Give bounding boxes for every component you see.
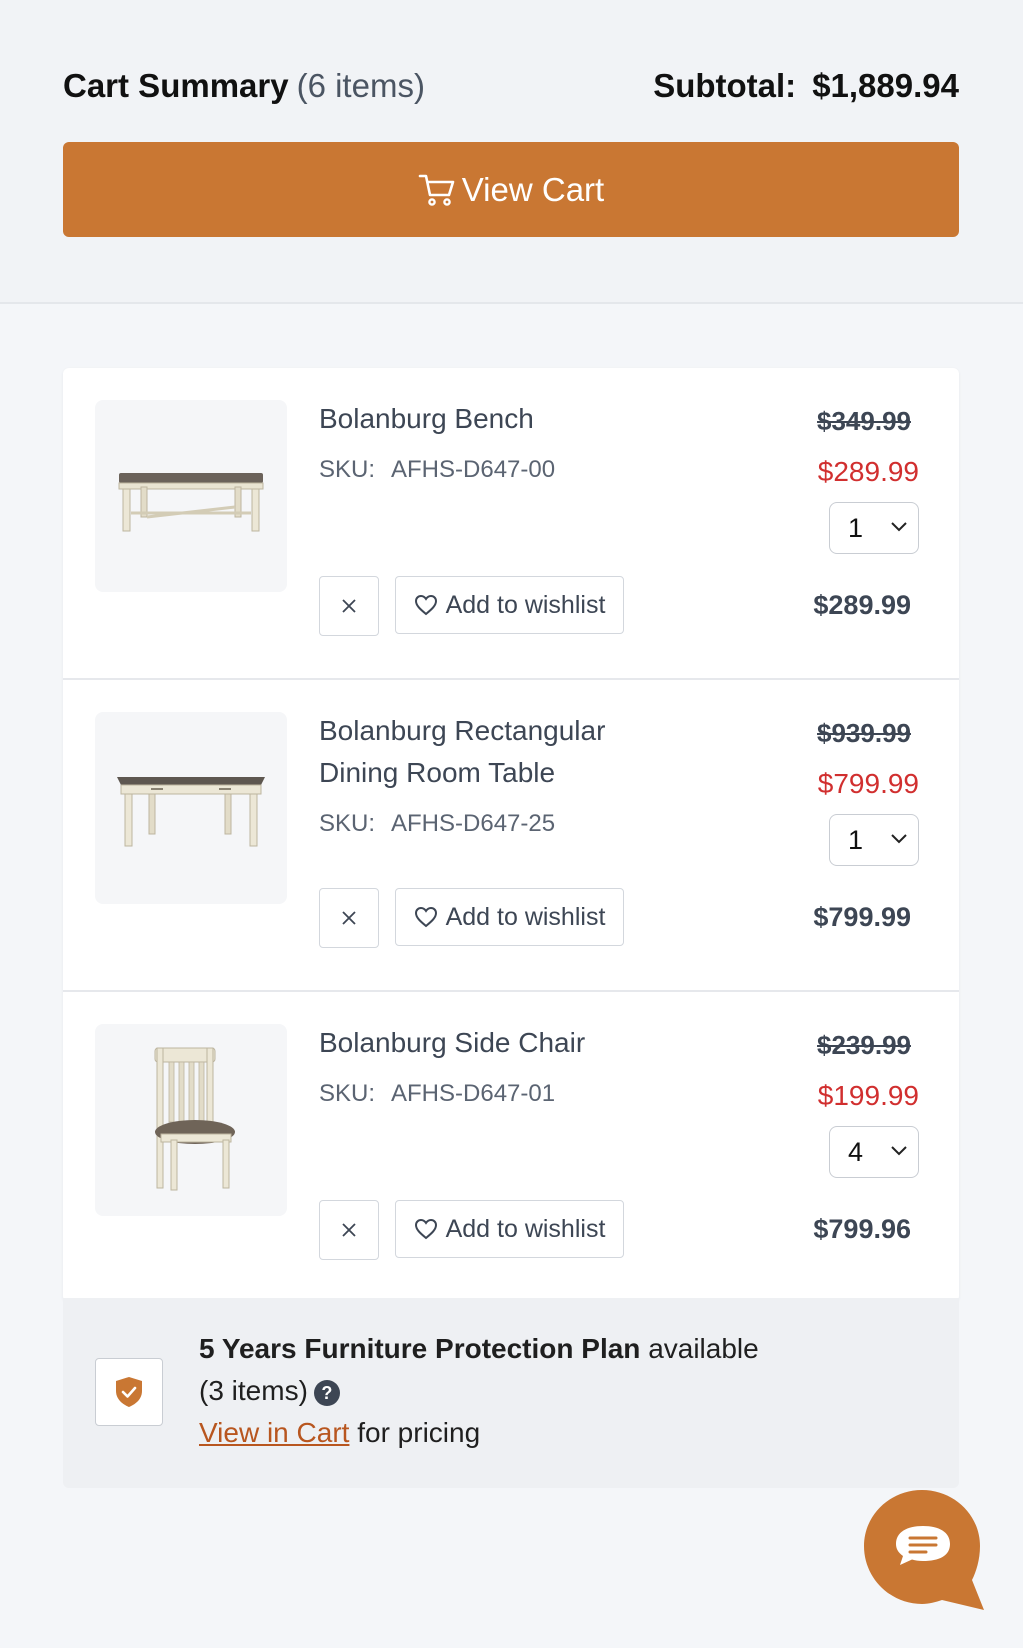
wishlist-label: Add to wishlist bbox=[445, 590, 606, 619]
product-sku: SKU: AFHS-D647-25 bbox=[319, 810, 555, 838]
line-total: $289.99 bbox=[813, 590, 911, 620]
heart-icon bbox=[414, 594, 437, 616]
original-price: $239.99 bbox=[817, 1030, 911, 1060]
product-image-table[interactable] bbox=[95, 712, 287, 904]
view-in-cart-link[interactable]: View in Cart bbox=[199, 1417, 349, 1448]
shield-check-icon bbox=[116, 1377, 142, 1407]
cart-summary-header: Cart Summary (6 items) Subtotal: $1,889.94… bbox=[0, 0, 1023, 304]
view-cart-label: View Cart bbox=[461, 170, 605, 208]
cart-item-bench: Bolanburg Bench SKU: AFHS-D647-00 Add to … bbox=[63, 368, 959, 680]
remove-item-button[interactable] bbox=[319, 576, 379, 636]
product-name[interactable]: Bolanburg Side Chair bbox=[319, 1022, 639, 1064]
close-icon bbox=[342, 911, 356, 925]
add-to-wishlist-button[interactable]: Add to wishlist bbox=[395, 888, 624, 946]
cart-items-list: Bolanburg Bench SKU: AFHS-D647-00 Add to … bbox=[63, 368, 959, 1302]
subtotal-label: Subtotal: bbox=[653, 67, 797, 104]
bench-image bbox=[118, 473, 264, 532]
cart-item-table: Bolanburg Rectangular Dining Room Table … bbox=[63, 680, 959, 992]
remove-item-button[interactable] bbox=[319, 1200, 379, 1260]
close-icon bbox=[342, 1223, 356, 1237]
protection-suffix: for pricing bbox=[357, 1417, 481, 1448]
product-image-chair[interactable] bbox=[95, 1024, 287, 1216]
chevron-down-icon bbox=[891, 834, 907, 844]
summary-row: Cart Summary (6 items) Subtotal: $1,889.94 bbox=[63, 66, 959, 106]
wishlist-label: Add to wishlist bbox=[445, 902, 606, 931]
sale-price: $289.99 bbox=[817, 456, 919, 487]
remove-item-button[interactable] bbox=[319, 888, 379, 948]
line-total: $799.96 bbox=[813, 1214, 911, 1244]
chevron-down-icon bbox=[891, 1146, 907, 1156]
sku-label: SKU: bbox=[319, 456, 376, 483]
quantity-select[interactable]: 1 bbox=[829, 814, 919, 866]
original-price: $939.99 bbox=[817, 718, 911, 748]
protection-plan-text: 5 Years Furniture Protection Plan availa… bbox=[199, 1328, 819, 1454]
chair-image bbox=[154, 1047, 235, 1191]
protection-plan-banner: 5 Years Furniture Protection Plan availa… bbox=[63, 1298, 959, 1488]
product-name[interactable]: Bolanburg Rectangular Dining Room Table bbox=[319, 710, 639, 794]
quantity-value: 4 bbox=[848, 1136, 864, 1167]
chat-icon bbox=[864, 1490, 984, 1610]
sale-price: $799.99 bbox=[817, 768, 919, 799]
cart-summary-title: Cart Summary (6 items) bbox=[63, 67, 425, 105]
sku-value: AFHS-D647-01 bbox=[391, 1080, 556, 1107]
protection-available: available bbox=[648, 1333, 759, 1364]
line-total: $799.99 bbox=[813, 902, 911, 932]
quantity-value: 1 bbox=[848, 512, 864, 543]
product-sku: SKU: AFHS-D647-00 bbox=[319, 456, 555, 484]
table-image bbox=[117, 777, 265, 847]
sku-value: AFHS-D647-00 bbox=[391, 456, 556, 483]
add-to-wishlist-button[interactable]: Add to wishlist bbox=[395, 576, 624, 634]
quantity-value: 1 bbox=[848, 824, 864, 855]
chat-button[interactable] bbox=[862, 1488, 984, 1610]
heart-icon bbox=[414, 906, 437, 928]
close-icon bbox=[342, 599, 356, 613]
help-icon[interactable]: ? bbox=[313, 1379, 340, 1406]
subtotal-value: $1,889.94 bbox=[812, 67, 959, 104]
protection-plan-title: 5 Years Furniture Protection Plan bbox=[199, 1333, 641, 1364]
sku-label: SKU: bbox=[319, 810, 376, 837]
protection-count: (3 items) bbox=[199, 1375, 308, 1406]
product-name[interactable]: Bolanburg Bench bbox=[319, 398, 639, 440]
sku-value: AFHS-D647-25 bbox=[391, 810, 556, 837]
add-to-wishlist-button[interactable]: Add to wishlist bbox=[395, 1200, 624, 1258]
quantity-select[interactable]: 1 bbox=[829, 502, 919, 554]
heart-icon bbox=[414, 1218, 437, 1240]
wishlist-label: Add to wishlist bbox=[445, 1214, 606, 1243]
product-sku: SKU: AFHS-D647-01 bbox=[319, 1080, 555, 1108]
cart-item-chair: Bolanburg Side Chair SKU: AFHS-D647-01 Ad… bbox=[63, 992, 959, 1302]
quantity-select[interactable]: 4 bbox=[829, 1126, 919, 1178]
protection-plan-checkbox[interactable] bbox=[95, 1358, 163, 1426]
sku-label: SKU: bbox=[319, 1080, 376, 1107]
view-cart-button[interactable]: View Cart bbox=[63, 142, 959, 237]
cart-summary-label: Cart Summary bbox=[63, 67, 289, 104]
cart-item-count: (6 items) bbox=[296, 67, 425, 104]
cart-icon bbox=[418, 174, 455, 206]
sale-price: $199.99 bbox=[817, 1080, 919, 1111]
product-image-bench[interactable] bbox=[95, 400, 287, 592]
chevron-down-icon bbox=[891, 522, 907, 532]
subtotal: Subtotal: $1,889.94 bbox=[653, 67, 959, 105]
original-price: $349.99 bbox=[817, 406, 911, 436]
